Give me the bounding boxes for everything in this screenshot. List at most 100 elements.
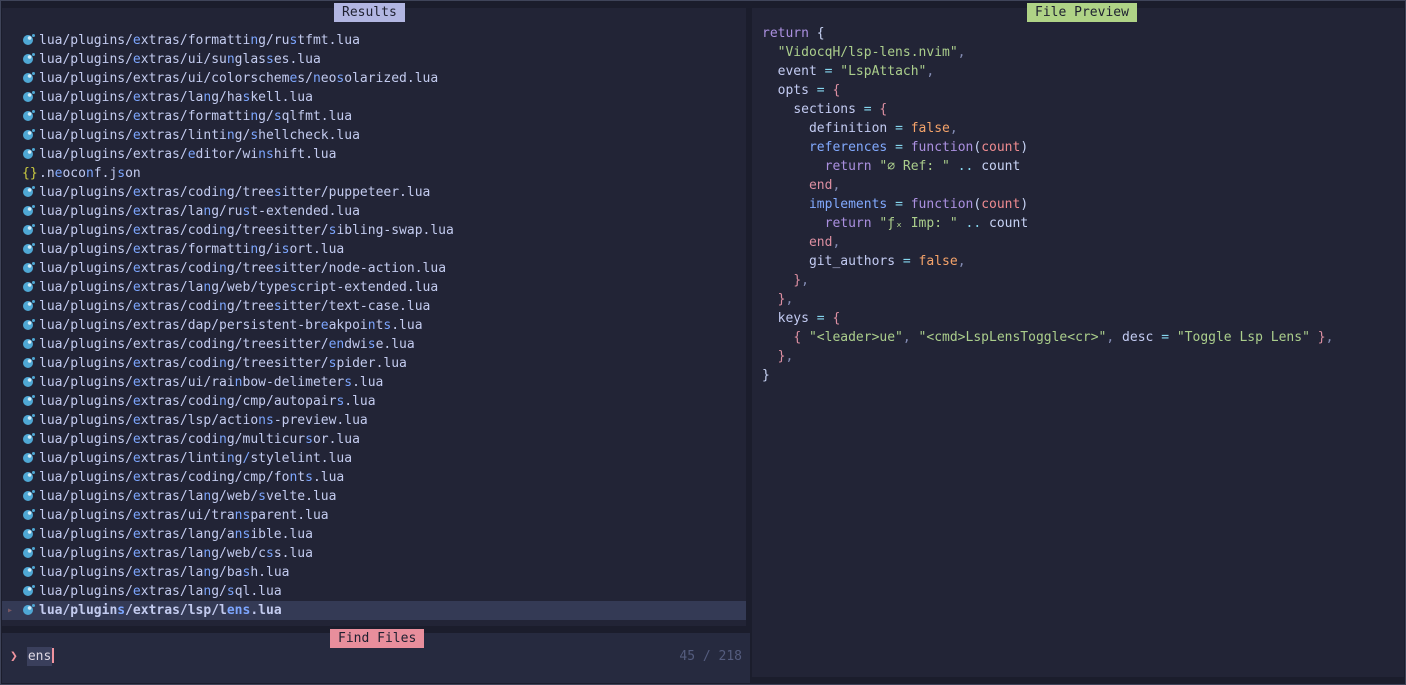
code-line: }, [762,271,1404,290]
result-item[interactable]: lua/plugins/extras/lang/rust-extended.lu… [2,202,746,221]
result-path: lua/plugins/extras/lang/bash.lua [39,563,289,582]
result-item[interactable]: lua/plugins/extras/coding/multicursor.lu… [2,430,746,449]
result-path: lua/plugins/extras/editor/winshift.lua [39,145,336,164]
result-path: lua/plugins/extras/lang/haskell.lua [39,88,313,107]
result-path: lua/plugins/extras/lang/rust-extended.lu… [39,202,360,221]
result-item[interactable]: lua/plugins/extras/coding/treesitter/sib… [2,221,746,240]
result-item[interactable]: lua/plugins/extras/coding/treesitter/tex… [2,297,746,316]
result-path: lua/plugins/extras/lsp/lens.lua [39,601,282,620]
result-item[interactable]: lua/plugins/extras/linting/shellcheck.lu… [2,126,746,145]
code-line: end, [762,233,1404,252]
result-item[interactable]: lua/plugins/extras/formatting/isort.lua [2,240,746,259]
lua-file-icon [22,563,39,582]
result-item[interactable]: lua/plugins/extras/ui/sunglasses.lua [2,50,746,69]
result-path: lua/plugins/extras/coding/cmp/autopairs.… [39,392,376,411]
lua-file-icon [22,50,39,69]
result-path: lua/plugins/extras/linting/stylelint.lua [39,449,352,468]
result-item[interactable]: lua/plugins/extras/formatting/sqlfmt.lua [2,107,746,126]
lua-file-icon [22,430,39,449]
result-path: lua/plugins/extras/ui/sunglasses.lua [39,50,321,69]
result-path: lua/plugins/extras/formatting/isort.lua [39,240,344,259]
result-item[interactable]: lua/plugins/extras/coding/treesitter/end… [2,335,746,354]
result-item[interactable]: lua/plugins/extras/ui/colorschemes/neoso… [2,69,746,88]
result-counter: 45 / 218 [679,647,742,667]
file-preview-title: File Preview [1027,3,1137,22]
lua-file-icon [22,259,39,278]
prompt-prefix-icon: ❯ [10,649,18,664]
result-path: lua/plugins/extras/coding/treesitter/nod… [39,259,446,278]
lua-file-icon [22,506,39,525]
lua-file-icon [22,183,39,202]
results-list: lua/plugins/extras/formatting/rustfmt.lu… [2,31,746,620]
prompt-line: ❯ ens 45 / 218 [10,647,742,667]
code-line: references = function(count) [762,138,1404,157]
result-path: lua/plugins/extras/ui/rainbow-delimeters… [39,373,383,392]
result-path: lua/plugins/extras/dap/persistent-breakp… [39,316,423,335]
result-path: lua/plugins/extras/coding/multicursor.lu… [39,430,360,449]
result-path: lua/plugins/extras/coding/treesitter/end… [39,335,415,354]
result-item[interactable]: lua/plugins/extras/lang/web/typescript-e… [2,278,746,297]
code-line: implements = function(count) [762,195,1404,214]
result-path: .neoconf.json [39,164,141,183]
result-path: lua/plugins/extras/lang/web/css.lua [39,544,313,563]
find-files-title: Find Files [330,629,424,648]
lua-file-icon [22,411,39,430]
lua-file-icon [22,88,39,107]
lua-file-icon [22,316,39,335]
result-item[interactable]: lua/plugins/extras/coding/treesitter/pup… [2,183,746,202]
code-line: { "<leader>ue", "<cmd>LspLensToggle<cr>"… [762,328,1404,347]
results-panel: lua/plugins/extras/formatting/rustfmt.lu… [2,8,746,626]
code-line: definition = false, [762,119,1404,138]
result-path: lua/plugins/extras/coding/treesitter/sib… [39,221,454,240]
lua-file-icon [22,601,39,620]
result-path: lua/plugins/extras/formatting/rustfmt.lu… [39,31,360,50]
result-item[interactable]: lua/plugins/extras/lang/ansible.lua [2,525,746,544]
result-path: lua/plugins/extras/coding/treesitter/pup… [39,183,430,202]
code-line: return { [762,24,1404,43]
result-item[interactable]: lua/plugins/extras/lang/sql.lua [2,582,746,601]
result-item[interactable]: lua/plugins/extras/ui/rainbow-delimeters… [2,373,746,392]
result-path: lua/plugins/extras/ui/colorschemes/neoso… [39,69,438,88]
result-path: lua/plugins/extras/lsp/actions-preview.l… [39,411,368,430]
lua-file-icon [22,468,39,487]
json-file-icon: {} [22,164,39,183]
text-cursor-icon [52,648,54,663]
result-item[interactable]: lua/plugins/extras/coding/cmp/fonts.lua [2,468,746,487]
result-item[interactable]: lua/plugins/extras/lsp/actions-preview.l… [2,411,746,430]
lua-file-icon [22,449,39,468]
result-item[interactable]: {}.neoconf.json [2,164,746,183]
lua-file-icon [22,240,39,259]
result-path: lua/plugins/extras/lang/web/typescript-e… [39,278,438,297]
result-item[interactable]: lua/plugins/extras/ui/transparent.lua [2,506,746,525]
result-item[interactable]: lua/plugins/extras/editor/winshift.lua [2,145,746,164]
result-item[interactable]: lua/plugins/extras/coding/treesitter/spi… [2,354,746,373]
result-item[interactable]: lua/plugins/extras/lang/bash.lua [2,563,746,582]
file-preview-panel: return { "VidocqH/lsp-lens.nvim", event … [752,8,1404,677]
result-item[interactable]: lua/plugins/extras/formatting/rustfmt.lu… [2,31,746,50]
result-path: lua/plugins/extras/ui/transparent.lua [39,506,329,525]
lua-file-icon [22,107,39,126]
lua-file-icon [22,525,39,544]
prompt-input[interactable]: ens [27,647,52,666]
result-item[interactable]: lua/plugins/extras/lang/web/css.lua [2,544,746,563]
code-line: opts = { [762,81,1404,100]
result-path: lua/plugins/extras/linting/shellcheck.lu… [39,126,360,145]
result-item[interactable]: lua/plugins/extras/dap/persistent-breakp… [2,316,746,335]
code-line: event = "LspAttach", [762,62,1404,81]
result-item[interactable]: lua/plugins/extras/lang/haskell.lua [2,88,746,107]
result-path: lua/plugins/extras/coding/treesitter/spi… [39,354,407,373]
code-line: }, [762,347,1404,366]
result-item[interactable]: ▸ lua/plugins/extras/lsp/lens.lua [2,601,746,620]
code-line: sections = { [762,100,1404,119]
result-item[interactable]: lua/plugins/extras/coding/treesitter/nod… [2,259,746,278]
result-item[interactable]: lua/plugins/extras/coding/cmp/autopairs.… [2,392,746,411]
result-path: lua/plugins/extras/lang/ansible.lua [39,525,313,544]
code-line: }, [762,290,1404,309]
result-item[interactable]: lua/plugins/extras/lang/web/svelte.lua [2,487,746,506]
result-path: lua/plugins/extras/lang/web/svelte.lua [39,487,336,506]
selection-caret-icon: ▸ [7,601,22,620]
lua-file-icon [22,335,39,354]
result-item[interactable]: lua/plugins/extras/linting/stylelint.lua [2,449,746,468]
lua-file-icon [22,221,39,240]
code-line: } [762,366,1404,385]
